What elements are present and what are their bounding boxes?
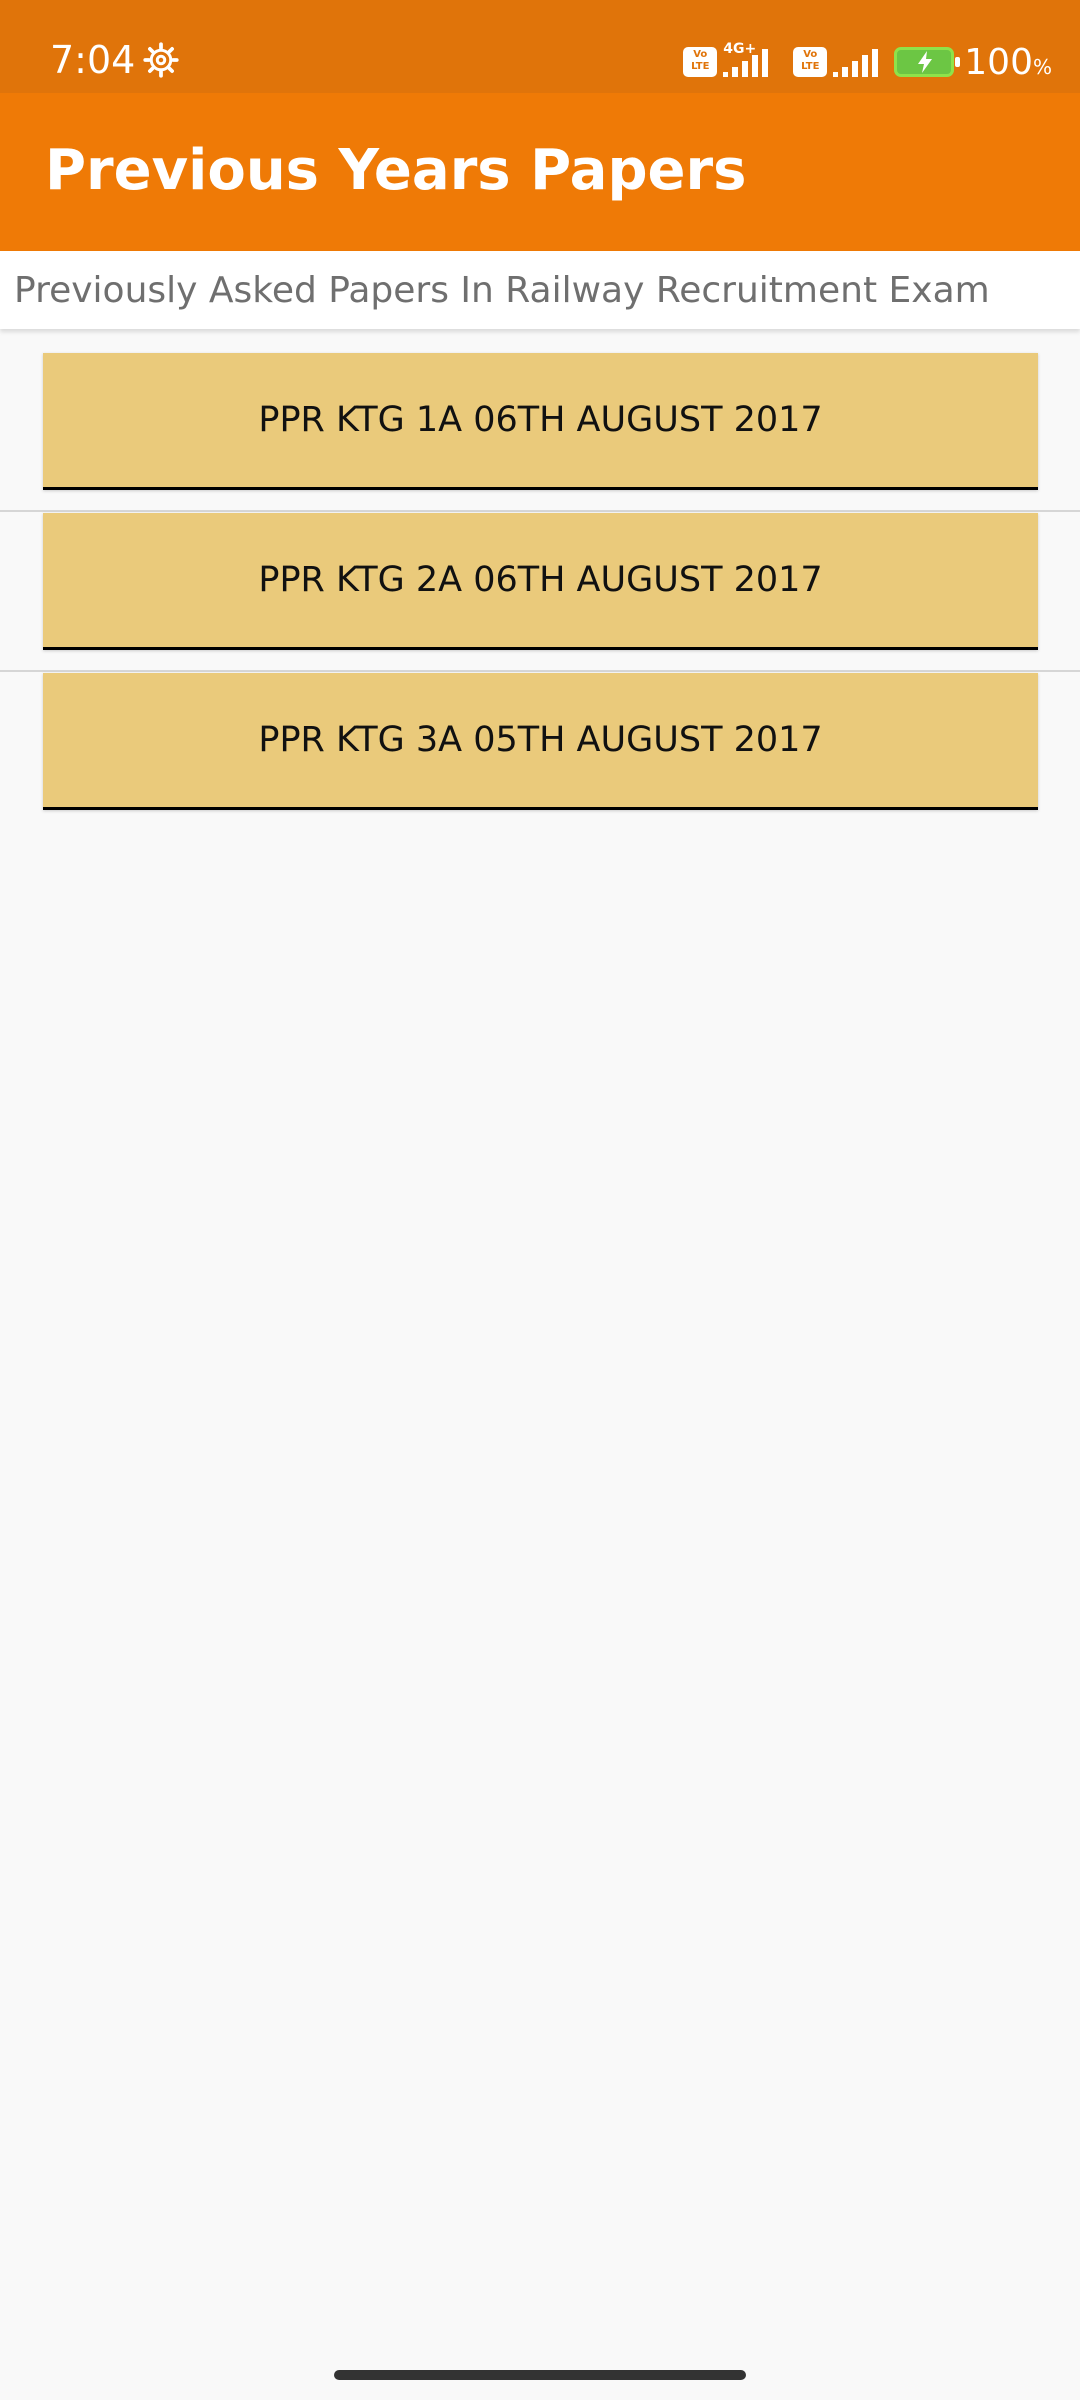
status-icons: Vo LTE 4G+ Vo LTE 100% [683,38,1052,86]
app-bar: Previous Years Papers [0,93,1080,251]
signal-strength-icon-sim2 [833,47,882,77]
signal-strength-icon-sim1: 4G+ [723,41,781,77]
settings-gear-icon [143,42,179,78]
status-bar: 7:04 Vo LTE 4G+ Vo LTE 100% [0,0,1080,93]
paper-list: PPR KTG 1A 06TH AUGUST 2017 PPR KTG 2A 0… [0,352,1080,832]
battery-percent: 100% [964,41,1052,83]
list-item: PPR KTG 2A 06TH AUGUST 2017 [0,512,1080,672]
paper-button-3[interactable]: PPR KTG 3A 05TH AUGUST 2017 [43,673,1038,810]
page-title: Previous Years Papers [45,138,747,203]
list-item: PPR KTG 3A 05TH AUGUST 2017 [0,672,1080,832]
list-item: PPR KTG 1A 06TH AUGUST 2017 [0,352,1080,512]
volte-icon: Vo LTE [683,47,718,77]
paper-button-2[interactable]: PPR KTG 2A 06TH AUGUST 2017 [43,513,1038,650]
battery-icon [894,47,961,77]
paper-button-1[interactable]: PPR KTG 1A 06TH AUGUST 2017 [43,353,1038,490]
charging-bolt-icon [918,51,933,73]
network-type-label: 4G+ [723,41,757,57]
subtitle-text: Previously Asked Papers In Railway Recru… [14,270,990,311]
gesture-navigation-handle[interactable] [334,2370,746,2380]
status-time: 7:04 [50,38,136,82]
subtitle-bar: Previously Asked Papers In Railway Recru… [0,251,1080,329]
volte-icon-sim2: Vo LTE [793,47,828,77]
